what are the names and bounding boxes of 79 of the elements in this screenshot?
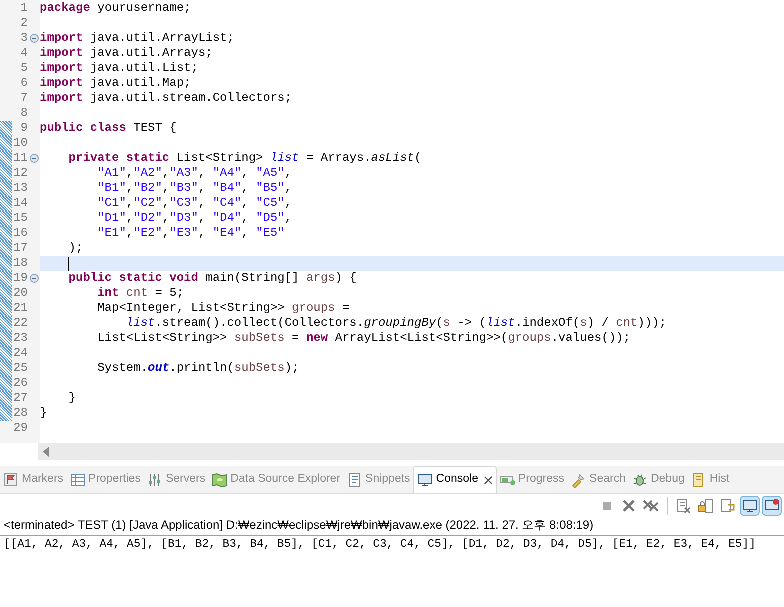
code-line: list.stream().collect(Collectors.groupingBy(s -> (list.indexOf(s) / cnt))); bbox=[125, 316, 667, 331]
collapse-icon[interactable] bbox=[30, 34, 38, 43]
line-number: 5 bbox=[20, 61, 28, 76]
line-number: 3 bbox=[20, 31, 28, 46]
view-tab[interactable]: Progress bbox=[496, 466, 568, 493]
line-number: 2 bbox=[20, 16, 28, 31]
code-line: import java.util.ArrayList; bbox=[40, 31, 234, 46]
code-line: import java.util.Map; bbox=[40, 76, 192, 91]
code-line: import java.util.List; bbox=[40, 61, 198, 76]
map-icon bbox=[212, 472, 228, 488]
code-line: "E1","E2","E3", "E4", "E5" bbox=[96, 226, 285, 241]
code-line: public class TEST { bbox=[40, 121, 177, 136]
view-tab[interactable]: Data Source Explorer bbox=[208, 466, 344, 493]
line-number: 14 bbox=[12, 196, 28, 211]
line-number: 13 bbox=[12, 181, 28, 196]
line-number: 6 bbox=[20, 76, 28, 91]
view-tab[interactable]: Properties bbox=[66, 466, 144, 493]
code-line: package yourusername; bbox=[40, 1, 192, 16]
code-line: int cnt = 5; bbox=[96, 286, 184, 301]
monitor-icon[interactable] bbox=[762, 496, 782, 516]
line-number: 21 bbox=[12, 301, 28, 316]
line-number: 15 bbox=[12, 211, 28, 226]
code-line: } bbox=[68, 391, 76, 406]
line-number: 1 bbox=[20, 1, 28, 16]
console-output: [[A1, A2, A3, A4, A5], [B1, B2, B3, B4, B5], [C1, C2, C3, C4, C5], [D1, D2, D3, D4, D5], [E1, E2, E3, E4, E5]] bbox=[3, 538, 757, 553]
view-tab[interactable]: Debug bbox=[628, 466, 688, 493]
code-line: "C1","C2","C3", "C4", "C5", bbox=[96, 196, 292, 211]
line-number: 4 bbox=[20, 46, 28, 61]
view-tab[interactable]: Servers bbox=[144, 466, 209, 493]
monitor-icon[interactable] bbox=[740, 496, 760, 516]
code-line: import java.util.Arrays; bbox=[40, 46, 213, 61]
line-number: 10 bbox=[12, 136, 28, 151]
line-number: 24 bbox=[12, 346, 28, 361]
line-number: 17 bbox=[12, 241, 28, 256]
code-line: "B1","B2","B3", "B4", "B5", bbox=[96, 181, 292, 196]
text-cursor bbox=[68, 256, 69, 270]
view-tab[interactable]: Hist bbox=[688, 466, 733, 493]
line-number: 29 bbox=[12, 421, 28, 436]
code-line: System.out.println(subSets); bbox=[96, 361, 300, 376]
horizontal-scrollbar[interactable] bbox=[38, 443, 784, 460]
code-line: } bbox=[40, 406, 48, 421]
collapse-icon[interactable] bbox=[30, 274, 38, 283]
line-number: 25 bbox=[12, 361, 28, 376]
code-line: private static List<String> list = Arrays.asList( bbox=[68, 151, 422, 166]
close-icon[interactable] bbox=[484, 476, 492, 484]
line-number: 16 bbox=[12, 226, 28, 241]
monitor-icon bbox=[417, 472, 434, 488]
flashlight-icon bbox=[570, 472, 587, 488]
code-line: Map<Integer, List<String>> groups = bbox=[96, 301, 350, 316]
flag-icon bbox=[3, 472, 19, 488]
code-line: "D1","D2","D3", "D4", "D5", bbox=[96, 211, 292, 226]
code-line: ); bbox=[68, 241, 84, 256]
view-tab[interactable]: Console bbox=[413, 466, 496, 493]
line-number: 22 bbox=[12, 316, 28, 331]
line-number: 8 bbox=[20, 106, 28, 121]
sliders-icon bbox=[146, 472, 163, 488]
line-number: 26 bbox=[12, 376, 28, 391]
table-icon bbox=[70, 472, 86, 488]
view-tab[interactable]: Snippets bbox=[344, 466, 414, 493]
view-tab[interactable]: Markers bbox=[0, 466, 67, 493]
view-tab[interactable]: Search bbox=[568, 466, 629, 493]
collapse-icon[interactable] bbox=[30, 154, 38, 163]
line-number: 12 bbox=[12, 166, 28, 181]
line-number: 9 bbox=[20, 121, 28, 136]
document-icon bbox=[346, 472, 363, 488]
line-number: 20 bbox=[12, 286, 28, 301]
code-line: import java.util.stream.Collectors; bbox=[40, 91, 292, 106]
console-header: <terminated> TEST (1) [Java Application] D:₩ezinc₩eclipse₩jre₩bin₩javaw.exe (2022. 11. 27. 오후 8:08:19) bbox=[0, 518, 784, 536]
left-arrow-icon[interactable] bbox=[42, 446, 50, 456]
line-number: 18 bbox=[12, 256, 28, 271]
line-number: 27 bbox=[12, 391, 28, 406]
line-number: 7 bbox=[20, 91, 28, 106]
line-number: 19 bbox=[12, 271, 28, 286]
line-number: 28 bbox=[12, 406, 28, 421]
code-line: List<List<String>> subSets = new ArrayList<List<String>>(groups.values()); bbox=[96, 331, 631, 346]
code-line: "A1","A2","A3", "A4", "A5", bbox=[96, 166, 292, 181]
code-line: public static void main(String[] args) { bbox=[68, 271, 357, 286]
line-number: 11 bbox=[12, 151, 28, 166]
line-number: 23 bbox=[12, 331, 28, 346]
